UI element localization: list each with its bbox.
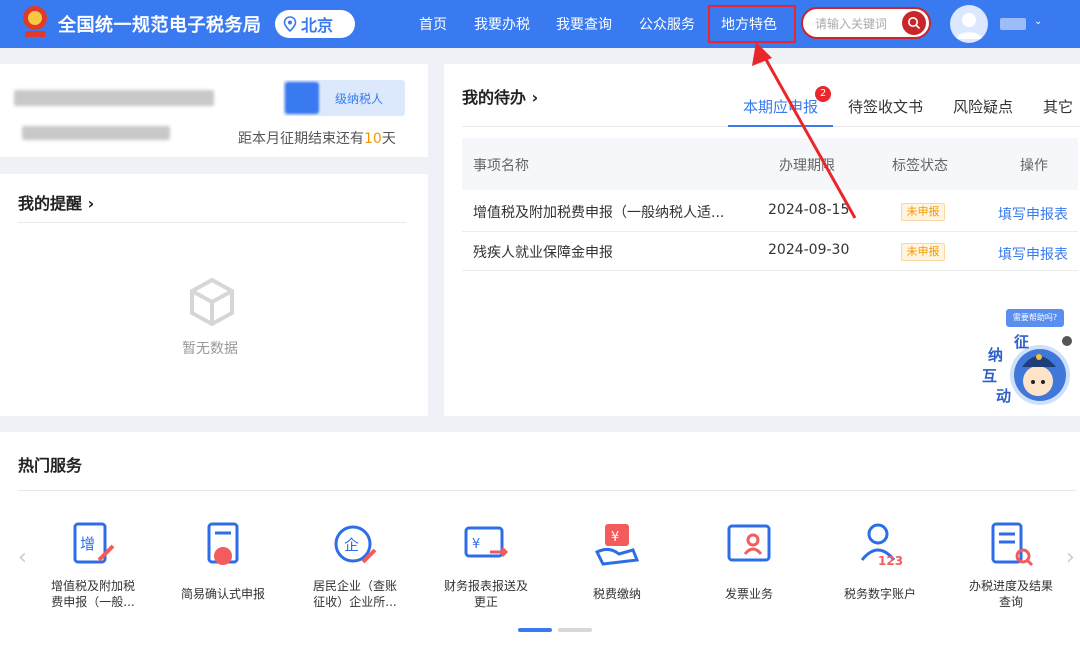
top-header: 全国统一规范电子税务局 北京 首页 我要办税 我要查询 公众服务 地方特色 请输… xyxy=(0,0,1080,48)
user-avatar-icon xyxy=(956,13,982,39)
progress-query-icon xyxy=(991,522,1034,567)
tab-risk[interactable]: 风险疑点 xyxy=(953,96,1013,117)
col-status: 标签状态 xyxy=(892,158,948,174)
taxpayer-type-label: 级纳税人 xyxy=(335,92,384,106)
service-digital-account[interactable]: 123 xyxy=(820,520,940,572)
service-progress-query[interactable] xyxy=(951,520,1071,572)
svg-text:企: 企 xyxy=(344,536,359,554)
svg-text:¥: ¥ xyxy=(472,537,480,552)
status-badge: 未申报 xyxy=(901,243,945,261)
nav-public-service[interactable]: 公众服务 xyxy=(639,14,695,34)
empty-box-icon xyxy=(190,277,234,327)
service-label: 发票业务 xyxy=(724,587,773,601)
table-row-name[interactable]: 增值税及附加税费申报（一般纳税人适... xyxy=(473,202,724,222)
service-label: 费申报（一般... xyxy=(51,595,135,609)
todo-table-header xyxy=(462,138,1078,190)
fill-declaration-link[interactable]: 填写申报表 xyxy=(998,244,1068,264)
row-divider xyxy=(462,270,1078,271)
location-pin-icon xyxy=(283,16,297,32)
active-tab-indicator xyxy=(728,125,833,127)
nav-highlight-box xyxy=(708,5,796,43)
service-label: 居民企业（查账 xyxy=(312,579,397,593)
search-button[interactable] xyxy=(902,11,926,35)
tax-payment-icon: ¥ xyxy=(594,524,640,566)
invoice-icon xyxy=(727,524,771,562)
reminders-title[interactable]: 我的提醒 › xyxy=(18,190,94,214)
table-row-deadline: 2024-08-15 xyxy=(768,202,850,218)
services-title: 热门服务 xyxy=(18,456,83,475)
service-simple-declare[interactable] xyxy=(163,520,283,572)
period-days: 10 xyxy=(364,131,382,147)
assistant-char-hu: 互 xyxy=(982,367,997,385)
nav-home[interactable]: 首页 xyxy=(419,14,447,34)
tab-pending-docs[interactable]: 待签收文书 xyxy=(848,96,923,117)
empty-state-text: 暂无数据 xyxy=(182,341,238,357)
vat-declare-icon: 增 xyxy=(73,522,115,564)
service-label: 税费缴纳 xyxy=(592,587,641,601)
service-label: 征收）企业所... xyxy=(313,595,397,609)
col-deadline: 办理期限 xyxy=(779,158,835,174)
region-label: 北京 xyxy=(301,16,334,35)
service-financial-report[interactable]: ¥ xyxy=(426,520,546,572)
services-divider xyxy=(18,490,1076,491)
service-label: 税务数字账户 xyxy=(843,587,916,601)
todo-title[interactable]: 我的待办 › xyxy=(462,84,538,108)
service-label: 更正 xyxy=(473,595,498,609)
search-box[interactable]: 请输入关键词 xyxy=(801,7,931,39)
svg-text:增: 增 xyxy=(80,535,95,553)
nav-query[interactable]: 我要查询 xyxy=(556,14,612,34)
region-selector[interactable]: 北京 xyxy=(275,10,355,38)
tab-other[interactable]: 其它 xyxy=(1043,96,1073,117)
carousel-prev-icon[interactable]: ‹ xyxy=(18,545,27,570)
assistant-mascot-icon[interactable]: 征 纳 互 动 xyxy=(980,305,1075,410)
service-enterprise-tax[interactable]: 企 xyxy=(295,520,415,572)
service-label: 查询 xyxy=(998,595,1023,609)
avatar[interactable] xyxy=(950,5,988,43)
period-suffix: 天 xyxy=(381,131,396,147)
search-icon xyxy=(908,17,921,30)
tab-count-badge: 2 xyxy=(815,86,831,102)
tax-emblem-icon xyxy=(23,6,47,37)
digital-account-icon: 123 xyxy=(860,523,903,568)
tax-id-redacted xyxy=(22,126,170,140)
chevron-down-icon[interactable]: ⌄ xyxy=(1034,16,1042,27)
simple-declare-icon xyxy=(207,522,239,565)
col-action: 操作 xyxy=(1020,158,1048,174)
financial-report-icon: ¥ xyxy=(464,526,509,558)
service-invoice[interactable] xyxy=(689,520,809,572)
service-label: 简易确认式申报 xyxy=(180,587,265,601)
service-vat-declare[interactable]: 增 xyxy=(33,520,153,572)
search-input[interactable]: 请输入关键词 xyxy=(815,15,902,32)
taxpayer-seal-icon xyxy=(285,82,319,114)
assistant-char-dong: 动 xyxy=(996,387,1011,405)
service-label: 增值税及附加税 xyxy=(50,579,135,593)
taxpayer-type-badge: 级纳税人 xyxy=(283,80,405,116)
username-redacted[interactable] xyxy=(1000,18,1026,30)
carousel-dot[interactable] xyxy=(558,628,592,632)
reminders-divider xyxy=(18,222,406,223)
tab-current-declare[interactable]: 本期应申报 xyxy=(743,96,818,117)
status-badge: 未申报 xyxy=(901,203,945,221)
company-name-redacted xyxy=(14,90,214,106)
table-row-name[interactable]: 残疾人就业保障金申报 xyxy=(473,242,613,262)
nav-handle-tax[interactable]: 我要办税 xyxy=(474,14,530,34)
svg-text:¥: ¥ xyxy=(611,530,619,545)
fill-declaration-link[interactable]: 填写申报表 xyxy=(998,204,1068,224)
service-label: 办税进度及结果 xyxy=(968,579,1053,593)
row-divider xyxy=(462,231,1078,232)
svg-text:123: 123 xyxy=(878,554,903,568)
assistant-char-zheng: 征 xyxy=(1014,333,1029,351)
enterprise-tax-icon: 企 xyxy=(334,525,377,564)
carousel-dot-active[interactable] xyxy=(518,628,552,632)
site-title[interactable]: 全国统一规范电子税务局 xyxy=(58,11,262,37)
period-remaining-text: 距本月征期结束还有10天 xyxy=(238,128,396,148)
service-label: 财务报表报送及 xyxy=(443,579,528,593)
table-row-deadline: 2024-09-30 xyxy=(768,242,850,258)
period-prefix: 距本月征期结束还有 xyxy=(238,131,364,147)
service-tax-payment[interactable]: ¥ xyxy=(557,520,677,572)
assistant-char-na: 纳 xyxy=(988,346,1003,364)
col-item-name: 事项名称 xyxy=(473,158,529,174)
